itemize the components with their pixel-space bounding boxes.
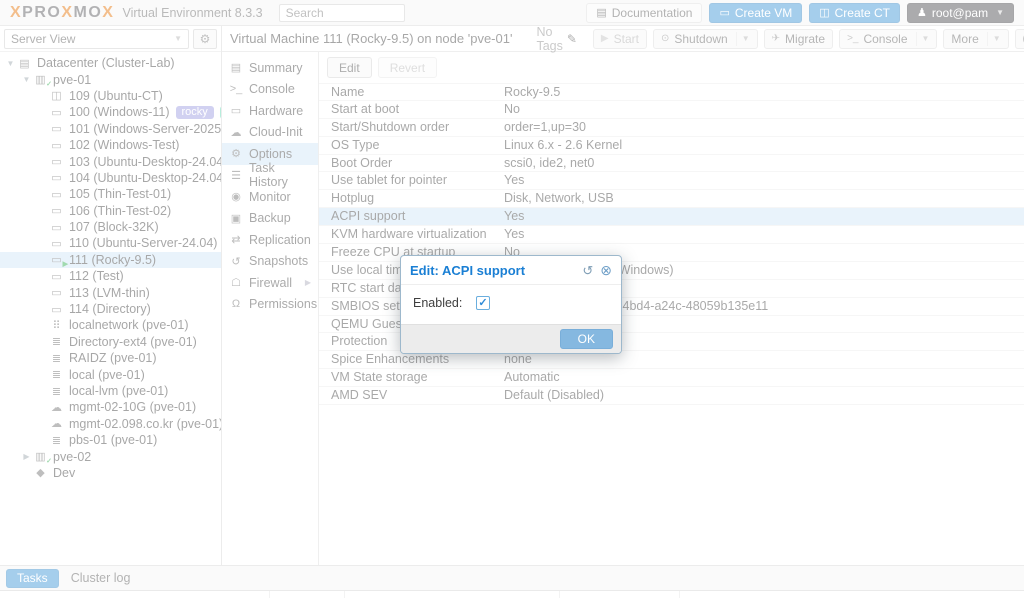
edit-acpi-dialog: Edit: ACPI support ↺ ⊗ Enabled: ✓ OK — [400, 255, 622, 354]
enabled-checkbox[interactable]: ✓ — [476, 296, 490, 310]
close-icon[interactable]: ⊗ — [600, 262, 612, 279]
dialog-title: Edit: ACPI support — [410, 263, 526, 278]
ok-button[interactable]: OK — [559, 329, 613, 349]
undo-icon[interactable]: ↺ — [582, 263, 593, 279]
enabled-label: Enabled: — [413, 296, 463, 310]
